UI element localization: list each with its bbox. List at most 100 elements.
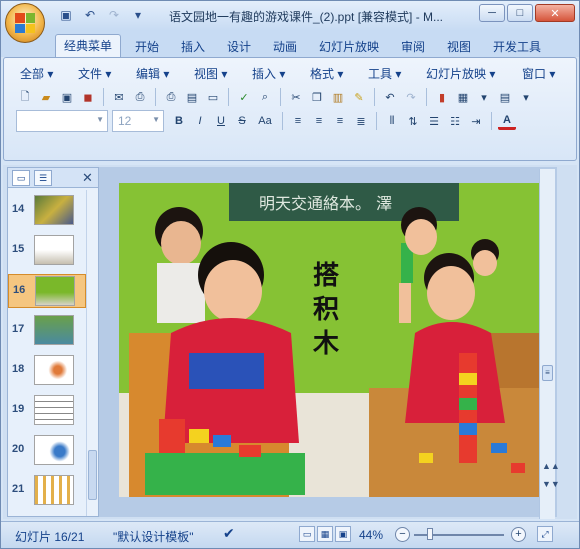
undo-icon[interactable]: ↶ <box>81 7 99 23</box>
scroll-thumb[interactable]: ≡ <box>542 365 553 381</box>
outline-icon[interactable]: ▭ <box>204 88 222 106</box>
slide-thumb-17[interactable]: 17 <box>8 314 86 348</box>
current-slide[interactable]: 明天交通絡本。 澤 搭 积 木 <box>119 183 539 497</box>
tab-home[interactable]: 开始 <box>127 36 167 56</box>
font-color-icon[interactable]: A <box>498 112 516 130</box>
new-icon[interactable]: 🗋 <box>16 88 34 106</box>
tab-animation[interactable]: 动画 <box>265 36 305 56</box>
panel-scroll-thumb[interactable] <box>88 450 97 500</box>
zoom-in-button[interactable]: + <box>511 527 526 542</box>
slide-thumb-21[interactable]: 21 <box>8 474 86 508</box>
zoom-slider-thumb[interactable] <box>427 528 433 540</box>
slide-thumb-20[interactable]: 20 <box>8 434 86 468</box>
permission-icon[interactable]: ◼ <box>79 88 97 106</box>
tab-classic-menu[interactable]: 经典菜单 <box>55 34 122 58</box>
undo-icon[interactable]: ↶ <box>381 88 399 106</box>
normal-view-icon[interactable]: ▭ <box>299 526 315 542</box>
prev-slide-icon[interactable]: ▲▲ <box>542 461 560 471</box>
separator <box>491 112 492 130</box>
table-dropdown-icon[interactable]: ▾ <box>475 88 493 106</box>
print-icon[interactable]: ⎙ <box>162 88 180 106</box>
bullets-icon[interactable]: ☰ <box>425 112 443 130</box>
slide-thumb-14[interactable]: 14 <box>8 194 86 228</box>
ribbon-tabs: 经典菜单 开始 插入 设计 动画 幻灯片放映 审阅 视图 开发工具 <box>1 31 579 58</box>
underline-icon[interactable]: U <box>212 112 230 130</box>
redo-icon[interactable]: ↷ <box>105 7 123 23</box>
minimize-button[interactable]: ─ <box>479 4 505 22</box>
spell-check-icon[interactable]: ✔ <box>223 525 235 542</box>
change-case-icon[interactable]: Aa <box>254 112 276 130</box>
slide-number: 17 <box>12 323 25 335</box>
menu-window[interactable]: 窗口 ▾ <box>522 65 555 82</box>
slides-tab-icon[interactable]: ▭ <box>12 170 30 186</box>
grid-icon[interactable]: ▤ <box>496 88 514 106</box>
slideshow-view-icon[interactable]: ▣ <box>335 526 351 542</box>
strikethrough-icon[interactable]: S <box>233 112 251 130</box>
tab-design[interactable]: 设计 <box>219 36 259 56</box>
menu-edit[interactable]: 编辑 ▾ <box>136 65 169 82</box>
copy-icon[interactable]: ❐ <box>308 88 326 106</box>
fit-window-icon[interactable]: ⤢ <box>537 526 553 542</box>
spelling-icon[interactable]: ✓ <box>235 88 253 106</box>
tab-review[interactable]: 审阅 <box>393 36 433 56</box>
italic-icon[interactable]: I <box>191 112 209 130</box>
close-button[interactable]: ✕ <box>535 4 575 22</box>
vertical-scrollbar[interactable]: ≡ ▲▲ ▼▼ <box>539 169 560 519</box>
justify-icon[interactable]: ≣ <box>352 112 370 130</box>
preview-icon[interactable]: ▤ <box>183 88 201 106</box>
title-bar: ▣ ↶ ↷ ▾ 语文园地一有趣的游戏课件_(2).ppt [兼容模式] - M.… <box>1 1 579 43</box>
tab-slideshow[interactable]: 幻灯片放映 <box>311 36 387 56</box>
redo-icon[interactable]: ↷ <box>402 88 420 106</box>
outline-tab-icon[interactable]: ☰ <box>34 170 52 186</box>
format-painter-icon[interactable]: ✎ <box>350 88 368 106</box>
formatting-toolbar: B I U S Aa ≡ ≡ ≡ ≣ ⫴ ⇅ ☰ ☷ ⇥ A <box>170 110 516 132</box>
slide-sorter-icon[interactable]: ▦ <box>317 526 333 542</box>
tab-insert[interactable]: 插入 <box>173 36 213 56</box>
bold-icon[interactable]: B <box>170 112 188 130</box>
indent-icon[interactable]: ⇥ <box>467 112 485 130</box>
numbering-icon[interactable]: ☷ <box>446 112 464 130</box>
customize-icon[interactable]: ▾ <box>129 7 147 23</box>
menu-format[interactable]: 格式 ▾ <box>310 65 343 82</box>
chart-icon[interactable]: ▮ <box>433 88 451 106</box>
tab-developer[interactable]: 开发工具 <box>485 36 549 56</box>
slide-thumb-15[interactable]: 15 <box>8 234 86 268</box>
open-icon[interactable]: ▰ <box>37 88 55 106</box>
menu-insert[interactable]: 插入 ▾ <box>252 65 285 82</box>
tab-view[interactable]: 视图 <box>439 36 479 56</box>
office-button[interactable] <box>5 3 45 43</box>
align-right-icon[interactable]: ≡ <box>331 112 349 130</box>
slide-thumb-16[interactable]: 16 <box>8 274 86 308</box>
font-name-combo[interactable]: ▼ <box>16 110 108 132</box>
menu-view[interactable]: 视图 ▾ <box>194 65 227 82</box>
options-icon[interactable]: ▾ <box>517 88 535 106</box>
cut-icon[interactable]: ✂ <box>287 88 305 106</box>
save-icon[interactable]: ▣ <box>57 7 75 23</box>
slide-canvas: 明天交通絡本。 澤 搭 积 木 ≡ ▲▲ ▼▼ <box>99 167 560 519</box>
separator <box>282 112 283 130</box>
save-icon[interactable]: ▣ <box>58 88 76 106</box>
table-icon[interactable]: ▦ <box>454 88 472 106</box>
align-left-icon[interactable]: ≡ <box>289 112 307 130</box>
paste-icon[interactable]: ▥ <box>329 88 347 106</box>
slide-thumb-18[interactable]: 18 <box>8 354 86 388</box>
maximize-button[interactable]: □ <box>507 4 533 22</box>
text-direction-icon[interactable]: ⇅ <box>404 112 422 130</box>
panel-scrollbar[interactable] <box>86 190 98 516</box>
slide-thumb-19[interactable]: 19 <box>8 394 86 428</box>
print-preview-icon[interactable]: ⎙ <box>131 88 149 106</box>
slide-thumbnail-image <box>34 395 74 425</box>
slide-thumbnail-image <box>34 355 74 385</box>
menu-tools[interactable]: 工具 ▾ <box>368 65 401 82</box>
research-icon[interactable]: ⌕ <box>256 88 274 106</box>
columns-icon[interactable]: ⫴ <box>383 112 401 130</box>
zoom-out-button[interactable]: − <box>395 527 410 542</box>
font-size-combo[interactable]: 12 ▼ <box>112 110 164 132</box>
close-panel-icon[interactable]: ✕ <box>82 170 93 186</box>
menu-slideshow[interactable]: 幻灯片放映 ▾ <box>426 65 495 82</box>
next-slide-icon[interactable]: ▼▼ <box>542 479 560 489</box>
email-icon[interactable]: ✉ <box>110 88 128 106</box>
align-center-icon[interactable]: ≡ <box>310 112 328 130</box>
menu-file[interactable]: 文件 ▾ <box>78 65 111 82</box>
menu-all[interactable]: 全部 ▾ <box>20 65 53 82</box>
